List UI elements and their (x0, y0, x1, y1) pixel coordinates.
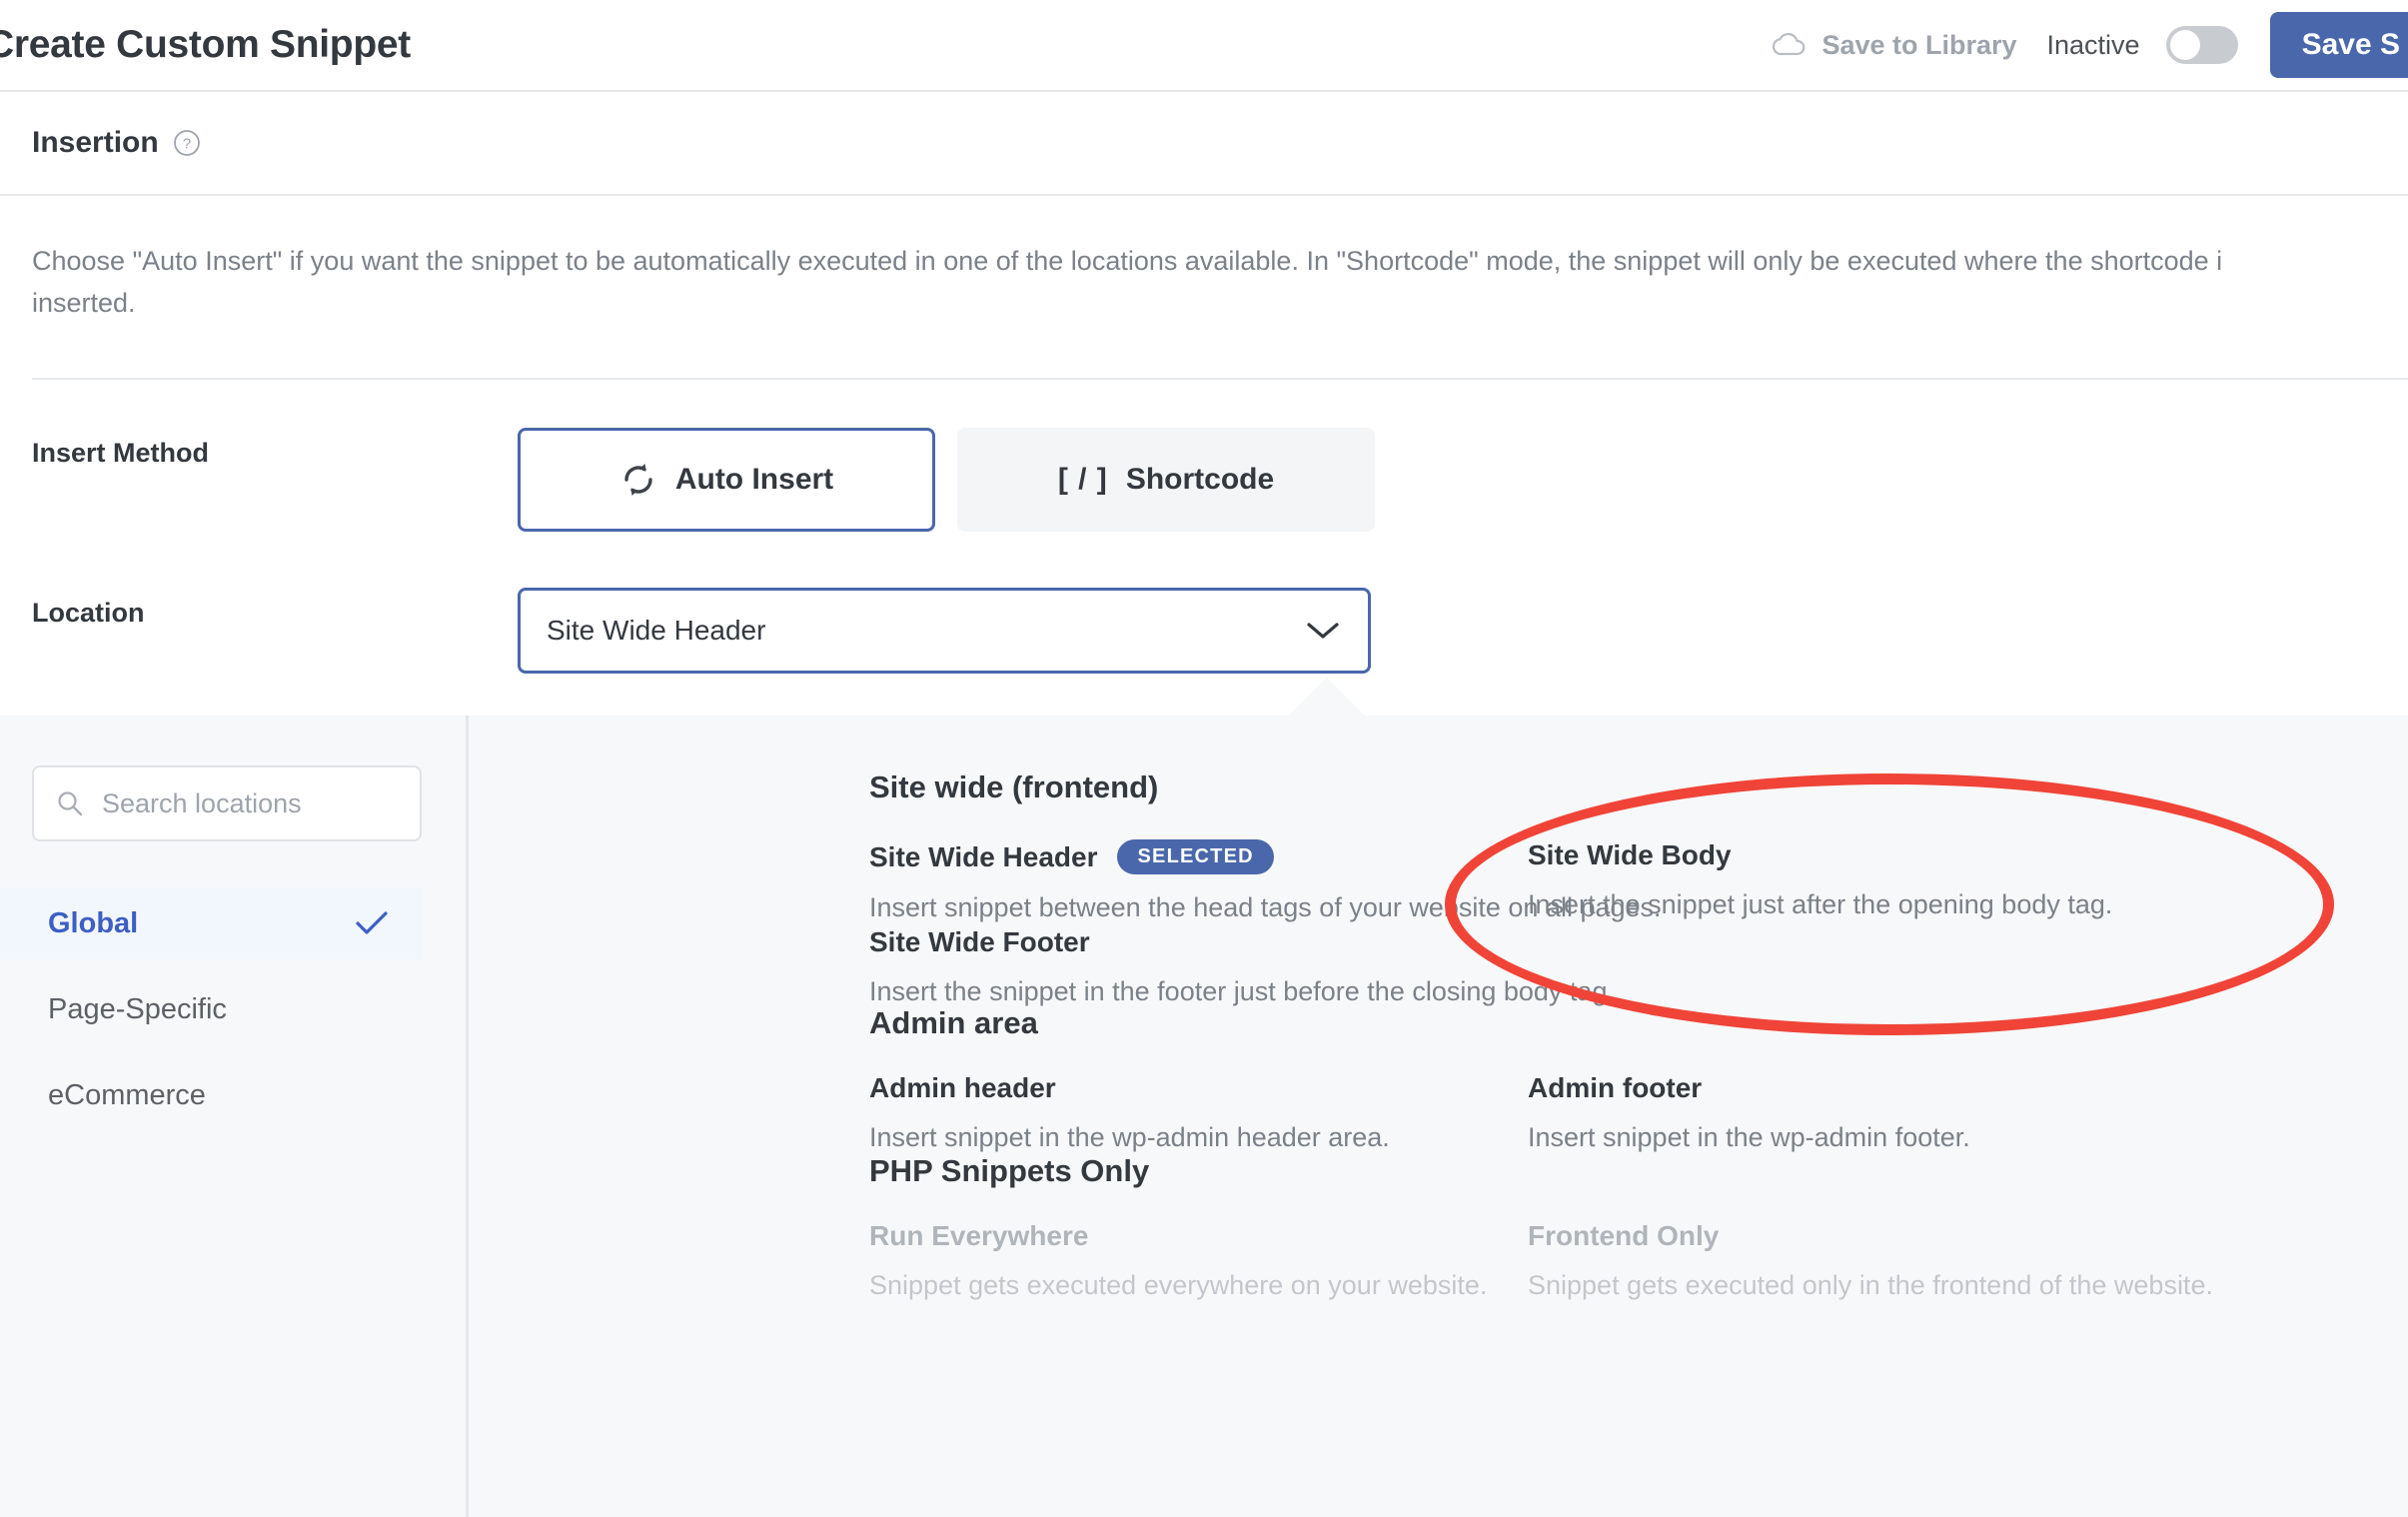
group-title-php-snippets-only: PHP Snippets Only (869, 1153, 1149, 1189)
shortcode-label: Shortcode (1126, 463, 1274, 497)
check-icon (355, 910, 389, 936)
cloud-icon (1770, 30, 1807, 60)
group-title-admin-area: Admin area (869, 1005, 1038, 1041)
help-circle-icon[interactable]: ? (173, 129, 201, 157)
location-list: Site wide (frontend) Site Wide Header SE… (466, 716, 2408, 1517)
search-input[interactable]: Search locations (102, 788, 302, 819)
location-option-description: Insert the snippet just after the openin… (1528, 889, 2407, 920)
location-option-heading: Site Wide Body (1528, 839, 2407, 871)
location-option-name: Admin header (869, 1072, 1056, 1104)
shortcode-bracket-icon: [ / ] (1058, 463, 1108, 497)
group-title-site-wide: Site wide (frontend) (869, 769, 1158, 805)
toggle-knob (2170, 30, 2200, 60)
location-option-description: Snippet gets executed only in the fronte… (1528, 1270, 2407, 1301)
insertion-section-header: Insertion ? (0, 92, 2408, 196)
sidebar-item-ecommerce[interactable]: eCommerce (0, 1059, 423, 1131)
sidebar-item-page-specific[interactable]: Page-Specific (0, 973, 423, 1045)
location-select[interactable]: Site Wide Header (518, 588, 1371, 674)
location-option-site-wide-body[interactable]: Site Wide Body Insert the snippet just a… (1528, 839, 2407, 920)
svg-text:?: ? (183, 136, 191, 153)
sidebar-item-global[interactable]: Global (0, 887, 423, 959)
description-line-2: inserted. (32, 282, 2408, 324)
selected-badge: SELECTED (1117, 839, 1273, 874)
location-option-heading: Site Wide Footer (869, 926, 1749, 958)
insertion-description: Choose "Auto Insert" if you want the sni… (32, 240, 2408, 324)
status-badge: Inactive (2047, 30, 2140, 61)
location-option-heading: Frontend Only (1528, 1220, 2407, 1252)
active-toggle[interactable] (2166, 26, 2238, 64)
location-option-admin-footer[interactable]: Admin footer Insert snippet in the wp-ad… (1528, 1072, 2407, 1153)
location-option-description: Insert the snippet in the footer just be… (869, 976, 1749, 1007)
location-category-sidebar: Search locations Global Page-Specific eC… (0, 716, 466, 1517)
search-icon (56, 789, 84, 817)
auto-insert-button[interactable]: Auto Insert (518, 428, 935, 532)
top-bar: Create Custom Snippet Save to Library In… (0, 0, 2408, 92)
location-option-heading: Admin footer (1528, 1072, 2407, 1104)
divider (32, 378, 2408, 380)
sidebar-item-label: eCommerce (48, 1079, 206, 1112)
location-label: Location (32, 598, 145, 629)
insert-method-group: Auto Insert [ / ] Shortcode (518, 428, 1375, 532)
dropdown-pointer (1289, 678, 1365, 716)
page-title: Create Custom Snippet (0, 23, 411, 67)
location-option-description: Insert snippet in the wp-admin footer. (1528, 1122, 2407, 1153)
location-option-frontend-only: Frontend Only Snippet gets executed only… (1528, 1220, 2407, 1301)
location-option-site-wide-footer[interactable]: Site Wide Footer Insert the snippet in t… (869, 926, 1749, 1007)
insert-method-label: Insert Method (32, 438, 209, 469)
location-option-name: Site Wide Body (1528, 839, 1732, 871)
auto-insert-label: Auto Insert (675, 463, 833, 497)
sidebar-item-label: Global (48, 907, 138, 940)
location-option-name: Admin footer (1528, 1072, 1702, 1104)
location-option-name: Site Wide Header (869, 841, 1097, 873)
shortcode-button[interactable]: [ / ] Shortcode (957, 428, 1375, 532)
top-bar-actions: Save to Library Inactive Save S (1770, 0, 2408, 90)
save-button[interactable]: Save S (2270, 12, 2408, 78)
sync-icon (619, 461, 657, 499)
snippet-editor-page: Create Custom Snippet Save to Library In… (0, 0, 2408, 1517)
search-locations-box[interactable]: Search locations (32, 765, 422, 841)
description-line-1: Choose "Auto Insert" if you want the sni… (32, 246, 2222, 276)
save-to-library-button[interactable]: Save to Library (1770, 30, 2016, 61)
location-option-name: Site Wide Footer (869, 926, 1090, 958)
chevron-down-icon (1306, 621, 1340, 641)
location-option-name: Run Everywhere (869, 1220, 1088, 1252)
location-option-name: Frontend Only (1528, 1220, 1719, 1252)
section-title: Insertion (32, 126, 159, 160)
save-to-library-label: Save to Library (1821, 30, 2016, 61)
location-selected-value: Site Wide Header (547, 615, 765, 647)
sidebar-item-label: Page-Specific (48, 993, 227, 1026)
